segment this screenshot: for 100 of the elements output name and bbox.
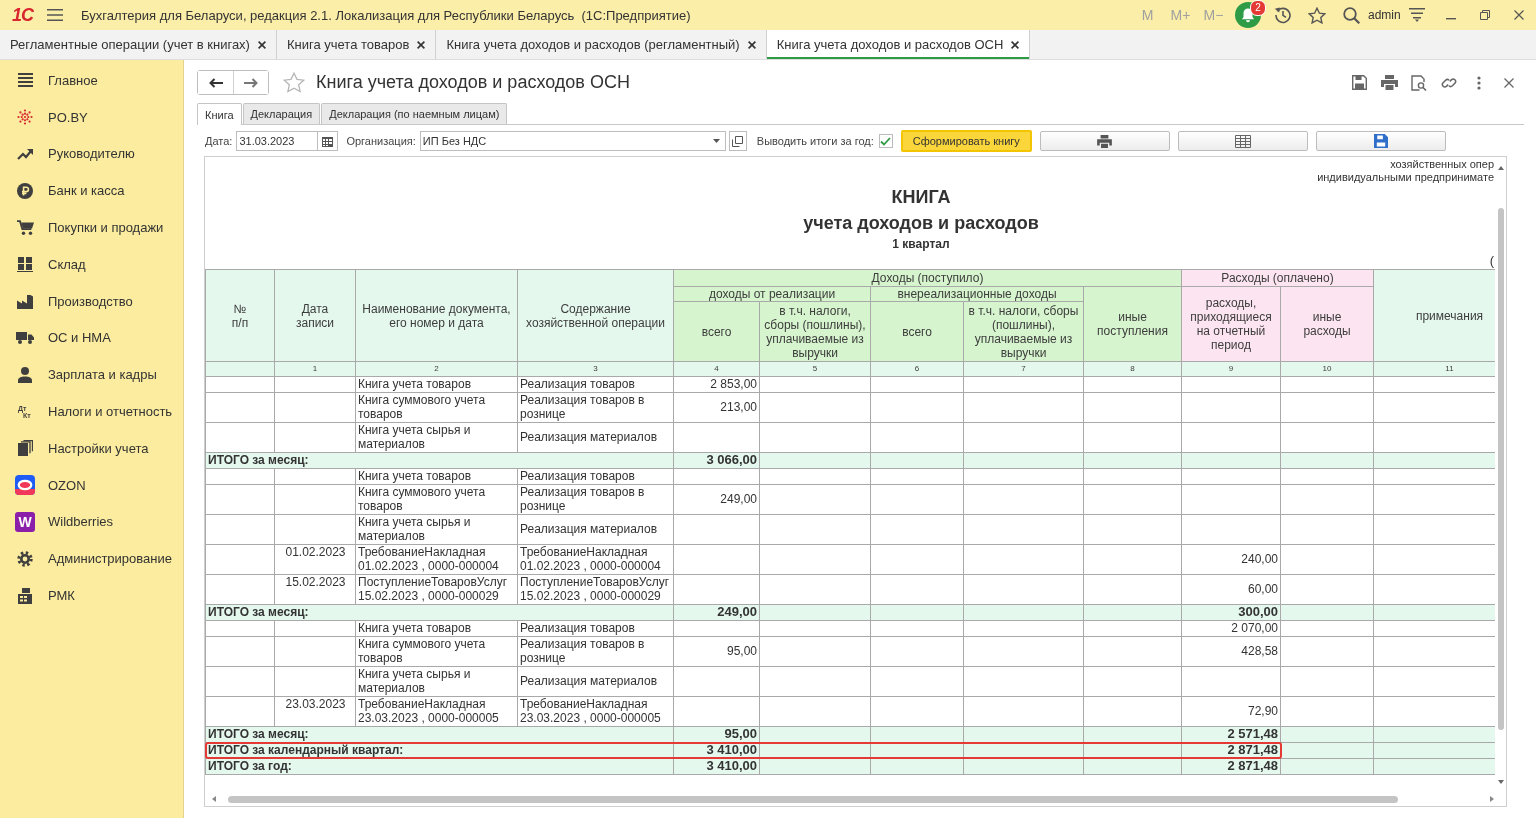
print-button[interactable] [1039, 131, 1170, 151]
notification-badge: 2 [1250, 0, 1266, 16]
sidebar-item[interactable]: ОС и НМА [0, 319, 183, 357]
column-header: Наименование документа, его номер и дата [355, 269, 518, 362]
star-icon[interactable] [1308, 6, 1326, 24]
amount-cell: 428,58 [1181, 636, 1281, 667]
lines-icon[interactable] [1409, 8, 1425, 22]
preview-icon[interactable] [1411, 74, 1427, 91]
overlapping-squares-icon [732, 135, 744, 147]
app-title: Бухгалтерия для Беларуси, редакция 2.1. Локализация для Республики Беларусь (1С:Предприятие) [81, 7, 691, 23]
search-icon[interactable] [1342, 6, 1360, 24]
calendar-icon [322, 135, 334, 147]
date-cell: 23.03.2023 [274, 696, 356, 727]
star-icon[interactable] [283, 72, 305, 93]
form-tab[interactable]: Декларация (по наемным лицам) [321, 103, 508, 124]
column-header: № п/п [205, 269, 275, 362]
column-header: иные расходы [1280, 286, 1374, 362]
table-button[interactable] [1177, 131, 1308, 151]
date-field[interactable]: 31.03.2023 [236, 131, 319, 151]
column-header: примечания [1373, 269, 1495, 362]
column-header: Содержание хозяйственной операции [517, 269, 674, 362]
sidebar-item[interactable]: Администрирование [0, 540, 183, 578]
operation-cell: Реализация товаров в рознице [517, 484, 674, 515]
report-title: КНИГА [890, 186, 952, 209]
form-tab[interactable]: Декларация [242, 103, 321, 124]
sidebar-item[interactable]: Покупки и продажи [0, 209, 183, 246]
column-header: расходы, приходящиеся на отчетный период [1181, 286, 1281, 362]
floppy-icon[interactable] [1351, 75, 1367, 90]
operation-cell: Реализация товаров в рознице [517, 392, 674, 423]
sidebar-item[interactable]: Банк и касса [0, 172, 183, 210]
scroll-thumb[interactable] [228, 795, 1398, 803]
printer-icon[interactable] [1380, 75, 1398, 90]
calendar-button[interactable] [318, 131, 339, 151]
report-header-text: индивидуальными предпринимате [1316, 171, 1494, 184]
scroll-thumb[interactable] [1497, 208, 1504, 730]
column-header: Расходы (оплачено) [1181, 269, 1374, 287]
close-icon[interactable] [1514, 10, 1524, 20]
form-tab[interactable]: Книга [197, 103, 242, 125]
document-tab[interactable]: Книга учета доходов и расходов ОСН [766, 30, 1031, 59]
report-subtitle: учета доходов и расходов [802, 212, 1040, 235]
documents-icon [17, 440, 33, 457]
scroll-left-icon[interactable] [212, 796, 216, 802]
year-totals-label: Выводить итоги за год: [756, 135, 874, 147]
trend-icon [17, 148, 33, 160]
sidebar-item[interactable]: Главное [0, 62, 183, 99]
sidebar-item[interactable]: OZON [0, 466, 183, 504]
generate-button[interactable]: Сформировать книгу [900, 130, 1032, 152]
column-header: иные поступления [1083, 286, 1182, 362]
scroll-down-icon[interactable] [1497, 780, 1504, 784]
close-icon[interactable] [1504, 77, 1514, 88]
scroll-right-icon[interactable] [1490, 796, 1494, 802]
document-cell: Книга суммового учета товаров [355, 636, 518, 667]
logo[interactable]: 1С [12, 5, 33, 25]
checkbox[interactable] [878, 134, 893, 148]
check-icon [880, 136, 892, 146]
user-name[interactable]: admin [1368, 3, 1400, 27]
sidebar-item[interactable]: Настройки учета [0, 429, 183, 467]
close-icon[interactable] [257, 40, 266, 49]
close-icon[interactable] [747, 40, 756, 49]
amount-cell: 72,90 [1181, 696, 1281, 727]
scroll-up-icon[interactable] [1497, 166, 1504, 170]
sidebar-item[interactable]: Склад [0, 246, 183, 283]
truck-icon [16, 331, 34, 345]
operation-cell: Реализация материалов [517, 422, 674, 453]
document-cell: ПоступлениеТоваровУслуг 15.02.2023 , 0000-000029 [355, 574, 518, 605]
sidebar-item[interactable]: PO.BY [0, 98, 183, 136]
document-cell: ТребованиеНакладная 01.02.2023 , 0000-000004 [355, 544, 518, 575]
sidebar-item[interactable]: Производство [0, 282, 183, 320]
sidebar-item[interactable]: Зарплата и кадры [0, 356, 183, 394]
document-cell: Книга учета сырья и материалов [355, 666, 518, 697]
ring-tile-icon [15, 475, 35, 496]
column-header: всего [673, 301, 760, 362]
cash-register-icon [17, 587, 33, 604]
sidebar-item[interactable]: РМК [0, 577, 183, 614]
bracket-text: ( [1489, 253, 1494, 268]
sidebar-item[interactable]: Руководителю [0, 135, 183, 173]
total-label: ИТОГО за месяц: [208, 453, 309, 467]
dotted-star-icon [17, 109, 33, 126]
history-icon[interactable] [1274, 6, 1292, 24]
column-header: в т.ч. налоги, сборы (пошлины), уплачиваемые из выручки [759, 301, 871, 362]
ruble-coin-icon [17, 182, 33, 199]
arrow-left-icon [208, 77, 223, 88]
close-icon[interactable] [1011, 40, 1020, 49]
more-icon[interactable] [1477, 75, 1481, 90]
menu-icon[interactable] [47, 9, 63, 21]
organization-label: Организация: [346, 135, 416, 147]
minimize-icon[interactable] [1446, 18, 1456, 20]
amount-cell: 249,00 [673, 484, 760, 515]
amount-cell: 95,00 [673, 636, 760, 667]
close-icon[interactable] [417, 40, 426, 49]
document-cell: Книга суммового учета товаров [355, 392, 518, 423]
forward-button[interactable] [233, 71, 268, 94]
sidebar-item[interactable]: W Wildberries [0, 503, 183, 541]
save-button[interactable] [1315, 131, 1446, 151]
factory-icon [17, 293, 33, 309]
open-button[interactable] [728, 131, 747, 151]
table-icon [1234, 134, 1251, 148]
document-cell: ТребованиеНакладная 23.03.2023 , 0000-000005 [355, 696, 518, 727]
restore-icon[interactable] [1480, 10, 1490, 20]
date-cell: 15.02.2023 [274, 574, 356, 605]
